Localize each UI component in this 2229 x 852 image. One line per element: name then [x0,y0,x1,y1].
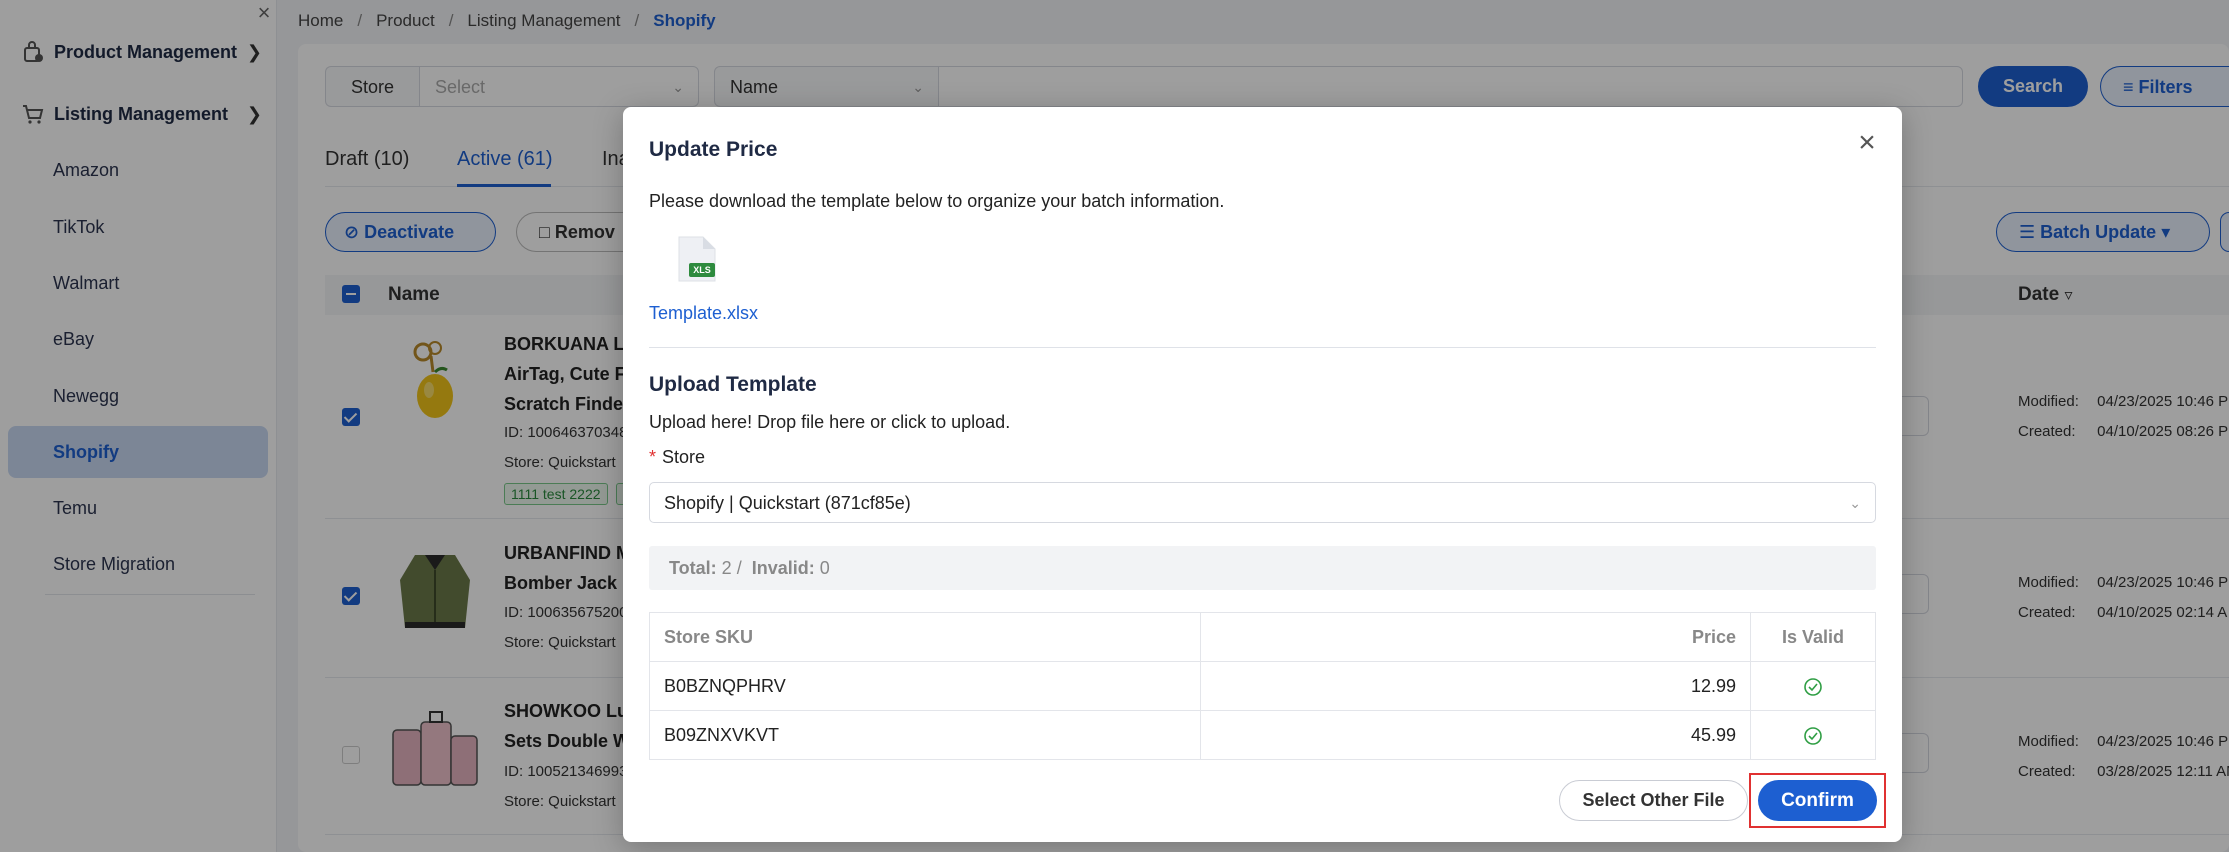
check-circle-icon [1803,677,1823,697]
cell-price: 12.99 [1200,661,1752,711]
chevron-down-icon: ⌄ [1849,495,1861,511]
total-count: 2 [721,558,732,578]
close-icon[interactable]: × [1851,128,1883,160]
confirm-button[interactable]: Confirm [1758,780,1877,821]
template-download-link[interactable]: Template.xlsx [649,303,758,324]
modal-title: Update Price [649,138,778,161]
column-header-store-sku: Store SKU [649,612,1201,662]
store-field-label: * Store [649,447,706,467]
cell-store-sku: B09ZNXVKVT [649,710,1201,760]
upload-dropzone[interactable]: Upload here! Drop file here or click to … [649,412,1010,433]
store-select-value: Shopify | Quickstart (871cf85e) [664,493,911,513]
cell-is-valid [1750,661,1876,711]
modal-description: Please download the template below to or… [649,191,1225,211]
table-row: B09ZNXVKVT 45.99 [649,710,1876,760]
store-select[interactable]: Shopify | Quickstart (871cf85e) ⌄ [649,482,1876,523]
cell-store-sku: B0BZNQPHRV [649,661,1201,711]
modal-divider [649,347,1876,348]
excel-file-badge: XLS [693,265,711,275]
upload-summary: Total: 2 / Invalid: 0 [649,546,1876,590]
upload-preview-table: Store SKU Price Is Valid B0BZNQPHRV 12.9… [649,612,1876,760]
table-row: B0BZNQPHRV 12.99 [649,661,1876,711]
invalid-count: 0 [819,558,830,578]
column-header-price: Price [1200,612,1752,662]
excel-file-icon[interactable]: XLS [675,235,719,283]
summary-separator: / [736,558,742,578]
total-label: Total: [669,558,717,578]
required-mark: * [649,447,657,467]
cell-is-valid [1750,710,1876,760]
invalid-label: Invalid: [751,558,815,578]
select-other-file-button[interactable]: Select Other File [1559,780,1748,821]
check-circle-icon [1803,726,1823,746]
table-header-row: Store SKU Price Is Valid [649,612,1876,662]
update-price-modal: Update Price × Please download the templ… [623,107,1902,842]
cell-price: 45.99 [1200,710,1752,760]
upload-template-title: Upload Template [649,373,817,396]
column-header-is-valid: Is Valid [1750,612,1876,662]
